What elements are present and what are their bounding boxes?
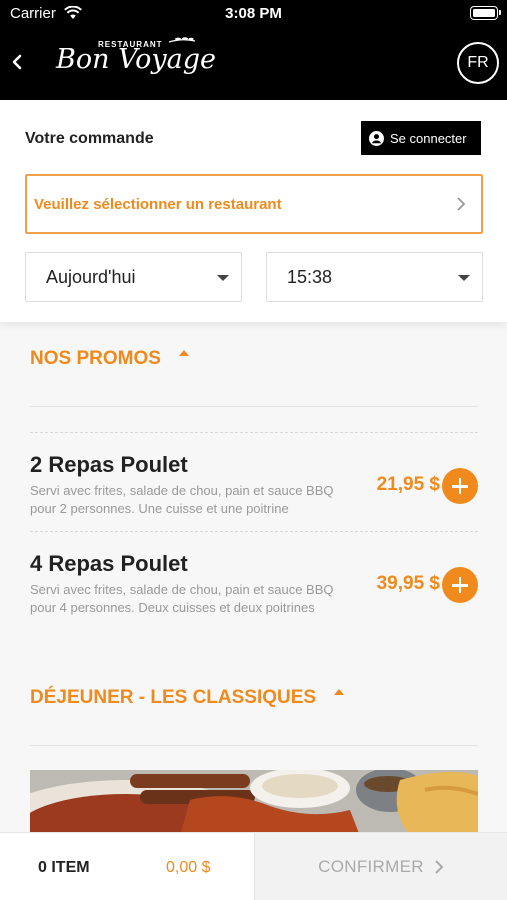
item-divider — [30, 531, 478, 532]
confirm-button[interactable]: CONFIRMER — [254, 833, 507, 900]
order-title: Votre commande — [25, 130, 154, 147]
logo-script-text: Bon Voyage — [56, 44, 216, 75]
item-price: 21,95 $ — [376, 474, 440, 495]
order-panel: Votre commande Se connecter Veuillez sél… — [0, 100, 507, 322]
app-header: Carrier 3:08 PM RESTAURANT Bon Voyage FR — [0, 0, 507, 100]
section-divider — [30, 745, 478, 746]
caret-up-icon — [334, 689, 345, 695]
battery-icon — [470, 6, 501, 20]
login-button[interactable]: Se connecter — [361, 121, 481, 155]
item-divider — [30, 432, 478, 433]
date-dropdown[interactable]: Aujourd'hui — [25, 252, 242, 302]
plus-icon[interactable] — [442, 567, 478, 603]
cart-count: 0 ITEM — [38, 859, 90, 876]
cart-total: 0,00 $ — [166, 859, 211, 876]
item-name: 4 Repas Poulet — [30, 551, 188, 576]
leaf-ornament-icon — [168, 37, 196, 43]
section-title: NOS PROMOS — [30, 348, 161, 369]
chevron-right-icon — [457, 197, 466, 211]
item-name: 2 Repas Poulet — [30, 452, 188, 477]
section-header-promos[interactable]: NOS PROMOS — [30, 348, 189, 370]
time-value: 15:38 — [287, 267, 333, 287]
section-divider — [30, 406, 478, 407]
item-description: Servi avec frites, salade de chou, pain … — [30, 483, 334, 516]
menu-item[interactable]: 4 Repas Poulet Servi avec frites, salade… — [30, 551, 478, 641]
breakfast-photo — [30, 770, 478, 836]
section-title: DÉJEUNER - LES CLASSIQUES — [30, 687, 317, 708]
status-time: 3:08 PM — [225, 5, 282, 22]
item-price: 39,95 $ — [376, 573, 440, 594]
confirm-label: CONFIRMER — [318, 857, 424, 876]
menu-item[interactable]: 2 Repas Poulet Servi avec frites, salade… — [30, 452, 478, 542]
back-chevron-icon[interactable] — [8, 48, 28, 76]
item-description: Servi avec frites, salade de chou, pain … — [30, 582, 334, 615]
plus-icon[interactable] — [442, 468, 478, 504]
status-bar: Carrier 3:08 PM — [0, 0, 507, 28]
cart-bar: 0 ITEM 0,00 $ CONFIRMER — [0, 832, 507, 900]
login-label: Se connecter — [390, 130, 467, 146]
restaurant-logo: RESTAURANT Bon Voyage — [56, 32, 216, 88]
chevron-right-icon — [435, 860, 444, 874]
restaurant-selector-label: Veuillez sélectionner un restaurant — [34, 195, 282, 213]
caret-up-icon — [178, 350, 189, 356]
date-value: Aujourd'hui — [46, 267, 136, 287]
section-header-dejeuner[interactable]: DÉJEUNER - LES CLASSIQUES — [30, 687, 345, 709]
language-button[interactable]: FR — [457, 42, 499, 84]
caret-down-icon — [458, 275, 470, 281]
caret-down-icon — [217, 275, 229, 281]
time-dropdown[interactable]: 15:38 — [266, 252, 483, 302]
restaurant-selector[interactable]: Veuillez sélectionner un restaurant — [25, 174, 483, 234]
user-circle-icon — [369, 130, 384, 146]
